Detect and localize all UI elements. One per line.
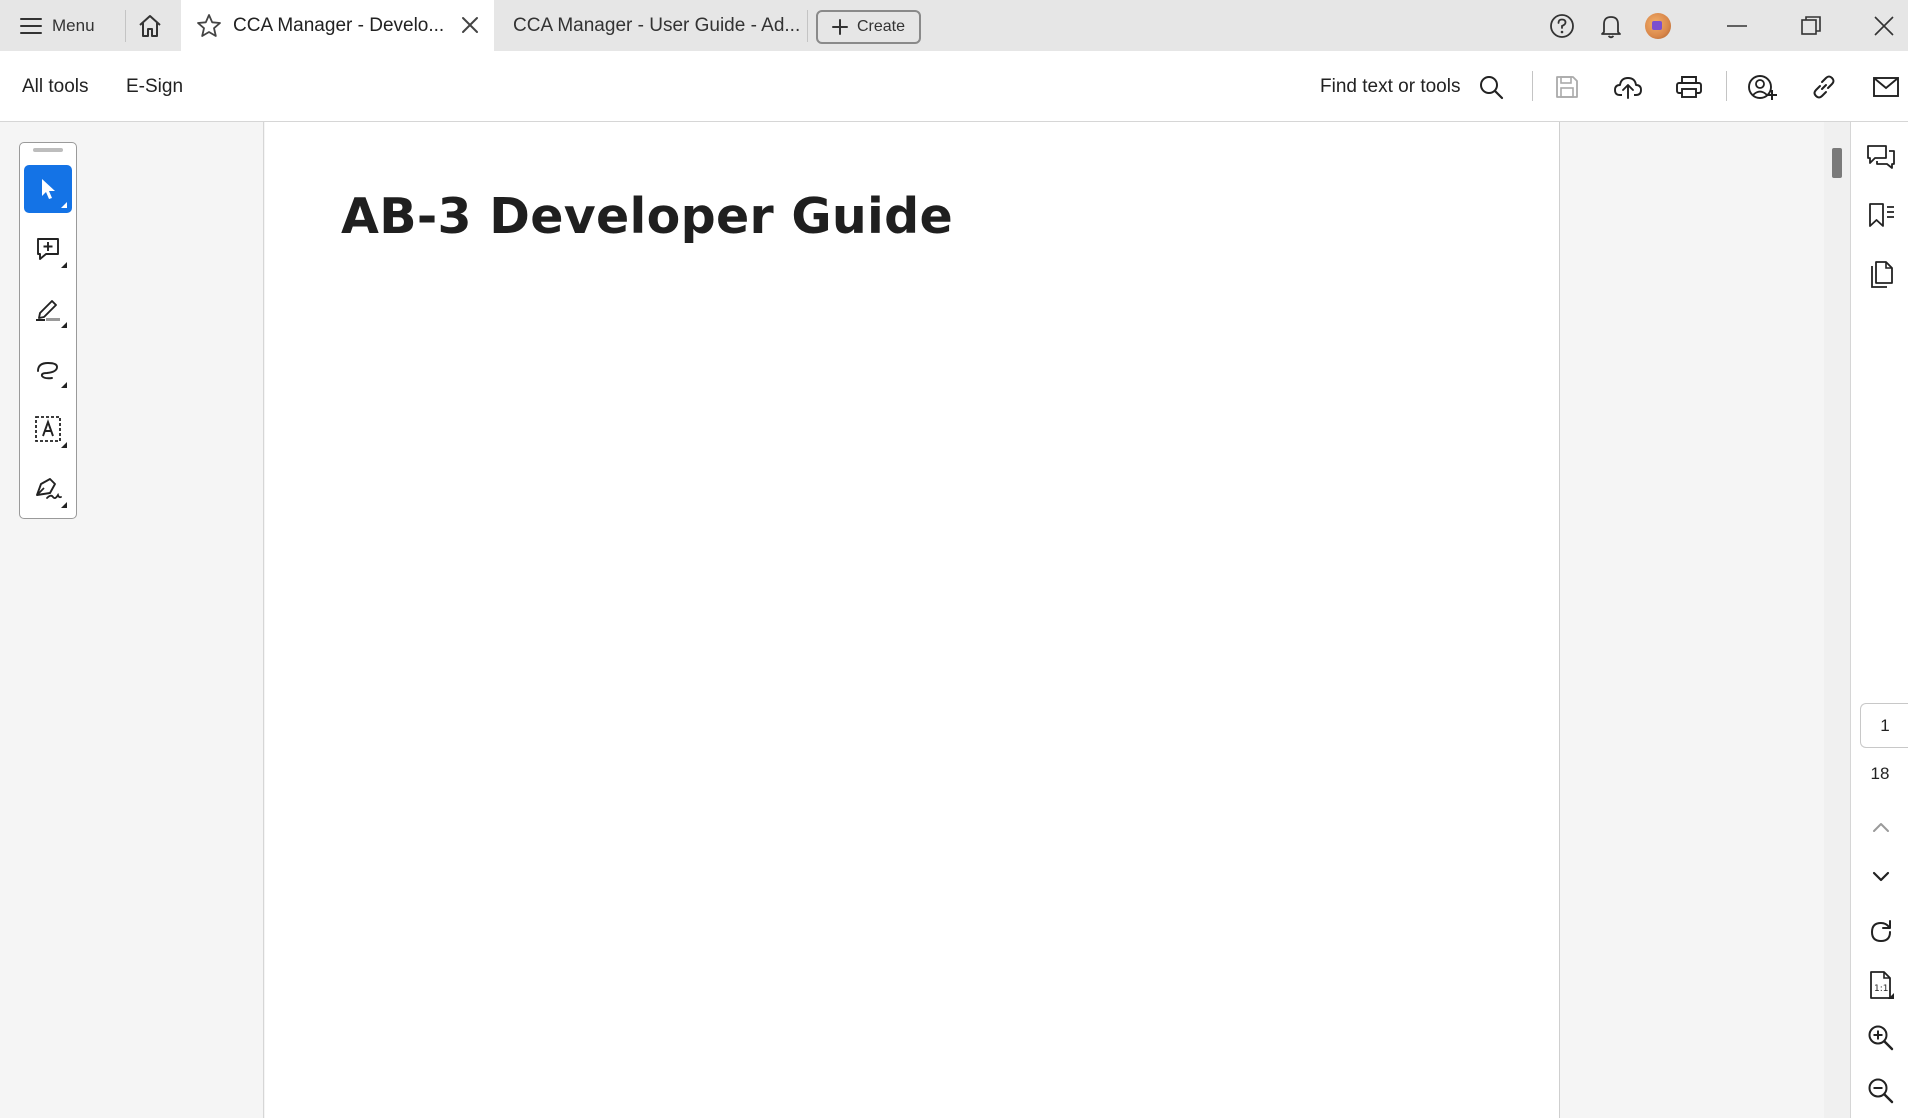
submenu-indicator xyxy=(61,502,67,508)
add-comment-icon xyxy=(35,236,61,262)
quick-tools-rail xyxy=(19,142,77,519)
pages-icon[interactable] xyxy=(1866,260,1896,290)
highlight-button[interactable] xyxy=(24,285,72,333)
home-icon xyxy=(136,12,164,40)
tab-developer-guide[interactable]: CCA Manager - Develo... xyxy=(181,0,494,51)
print-icon[interactable] xyxy=(1673,71,1705,103)
restore-icon[interactable] xyxy=(1797,12,1825,40)
star-icon[interactable] xyxy=(196,13,222,39)
right-rail: 1 18 1:1 xyxy=(1850,122,1908,1118)
submenu-indicator xyxy=(61,322,67,328)
page-total: 18 xyxy=(1870,764,1890,783)
mail-icon[interactable] xyxy=(1870,71,1902,103)
sign-button[interactable] xyxy=(24,465,72,513)
highlight-pen-icon xyxy=(34,296,62,322)
zoom-in-icon[interactable] xyxy=(1866,1023,1896,1053)
home-button[interactable] xyxy=(136,12,164,40)
page-number-input[interactable]: 1 xyxy=(1860,703,1908,748)
bookmarks-icon[interactable] xyxy=(1866,200,1896,230)
divider xyxy=(1532,71,1533,101)
divider xyxy=(807,10,808,42)
esign-tab[interactable]: E-Sign xyxy=(126,76,183,98)
all-tools-tab[interactable]: All tools xyxy=(22,76,89,98)
scrollbar-thumb[interactable] xyxy=(1832,148,1842,178)
pdf-page[interactable]: AB-3 Developer Guide xyxy=(265,122,1560,1118)
select-tool-button[interactable] xyxy=(24,165,72,213)
cloud-upload-icon[interactable] xyxy=(1612,71,1644,103)
actual-size-icon[interactable]: 1:1 xyxy=(1866,970,1896,1000)
share-user-icon[interactable] xyxy=(1746,71,1778,103)
bell-icon[interactable] xyxy=(1597,12,1625,40)
svg-text:1:1: 1:1 xyxy=(1874,984,1888,994)
chevron-down-icon[interactable] xyxy=(1866,862,1896,892)
avatar[interactable] xyxy=(1645,13,1671,39)
drag-handle[interactable] xyxy=(33,148,63,152)
divider xyxy=(125,10,126,42)
submenu-indicator xyxy=(61,262,67,268)
search-icon[interactable] xyxy=(1475,71,1507,103)
add-comment-button[interactable] xyxy=(24,225,72,273)
create-label: Create xyxy=(856,18,906,35)
menu-button[interactable]: Menu xyxy=(20,12,95,40)
submenu-indicator xyxy=(61,442,67,448)
rotate-icon[interactable] xyxy=(1866,917,1896,947)
submenu-indicator xyxy=(61,382,67,388)
draw-freehand-icon xyxy=(34,357,62,381)
help-icon[interactable] xyxy=(1548,12,1576,40)
menu-label: Menu xyxy=(52,16,95,35)
text-box-button[interactable] xyxy=(24,405,72,453)
hamburger-icon xyxy=(20,17,42,35)
minimize-icon[interactable] xyxy=(1723,12,1751,40)
tab-label: CCA Manager - Develo... xyxy=(233,15,445,36)
draw-button[interactable] xyxy=(24,345,72,393)
tab-user-guide[interactable]: CCA Manager - User Guide - Ad... xyxy=(513,15,800,37)
close-window-icon[interactable] xyxy=(1870,12,1898,40)
submenu-indicator xyxy=(61,202,67,208)
comments-icon[interactable] xyxy=(1866,142,1896,172)
chevron-up-icon[interactable] xyxy=(1866,812,1896,842)
plus-icon xyxy=(831,19,848,35)
toolbar: All tools E-Sign Find text or tools xyxy=(0,51,1908,122)
find-text-button[interactable]: Find text or tools xyxy=(1320,76,1460,98)
zoom-out-icon[interactable] xyxy=(1866,1076,1896,1106)
save-icon[interactable] xyxy=(1551,71,1583,103)
select-cursor-icon xyxy=(37,177,59,201)
sign-icon xyxy=(33,476,63,502)
vertical-scrollbar[interactable] xyxy=(1824,122,1850,1118)
close-tab-icon[interactable] xyxy=(461,16,479,34)
create-button[interactable]: Create xyxy=(816,10,921,44)
text-box-icon xyxy=(34,415,62,443)
link-icon[interactable] xyxy=(1808,71,1840,103)
document-title: AB-3 Developer Guide xyxy=(341,188,954,245)
title-bar: Menu CCA Manager - Develo... CCA Manager… xyxy=(0,0,1908,51)
divider xyxy=(1726,71,1727,101)
